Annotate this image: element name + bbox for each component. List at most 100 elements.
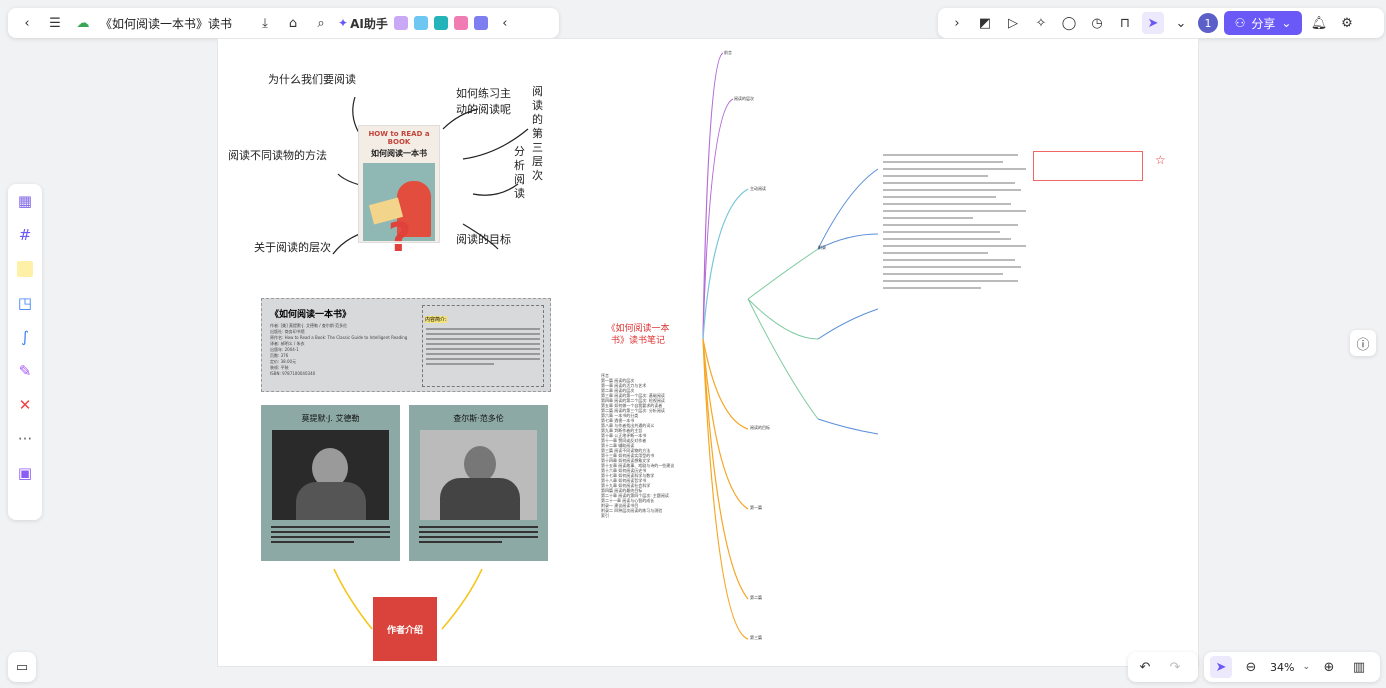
zoom-dropdown-icon[interactable]: ⌄ — [1302, 662, 1310, 672]
celebrate-icon[interactable]: ✧ — [1030, 12, 1052, 34]
download-icon[interactable]: ⤓ — [254, 12, 276, 34]
book-cover-title-en: HOW to READ a BOOK — [368, 130, 430, 146]
mindmap-branch[interactable]: 第一篇 — [750, 505, 762, 511]
share-label: 分享 — [1251, 16, 1276, 31]
ai-icon: ✦ — [338, 16, 349, 30]
sketch-label-analytical: 分析阅读 — [514, 145, 525, 200]
mindmap-branch[interactable]: 第二篇 — [750, 595, 762, 601]
app-icon[interactable]: ▣ — [14, 462, 36, 484]
author-bio-lines — [271, 526, 390, 543]
shape-icon[interactable]: ◳ — [14, 292, 36, 314]
info-line: 出版社: 商务印书馆 — [270, 329, 305, 334]
sketch-label-why-read: 为什么我们要阅读 — [268, 73, 356, 86]
play-icon[interactable]: ▷ — [1002, 12, 1024, 34]
intro-text-lines — [426, 328, 540, 365]
bell-icon[interactable]: 🔔︎ — [1308, 12, 1330, 34]
expand-icon[interactable]: › — [946, 12, 968, 34]
mindmap-branch[interactable]: 第三篇 — [750, 635, 762, 641]
author-bio-lines — [419, 526, 538, 543]
back-icon[interactable]: ‹ — [16, 12, 38, 34]
collapse-icon[interactable]: ‹ — [494, 12, 516, 34]
tag-icon[interactable]: ⌂ — [282, 12, 304, 34]
cloud-icon: ☁ — [76, 15, 90, 31]
share-dropdown-icon: ⌄ — [1281, 16, 1292, 30]
sketch-label-levels: 关于阅读的层次 — [254, 241, 331, 254]
minimap-icon[interactable]: ▭ — [11, 656, 33, 678]
left-tool-palette: ▦ # ◳ ∫ ✎ ✕ ··· ▣ — [8, 184, 42, 520]
timer-icon[interactable]: ◷ — [1086, 12, 1108, 34]
mindmap-leaf-lines — [883, 149, 1033, 294]
menu-icon[interactable]: ☰ — [44, 12, 66, 34]
image-plugin-icon[interactable] — [393, 16, 408, 30]
chat-plugin-icon[interactable] — [473, 16, 488, 30]
search-icon[interactable]: ⌕ — [310, 12, 332, 34]
zoom-out-icon[interactable]: ⊖ — [1240, 656, 1262, 678]
book-info-title: 《如何阅读一本书》 — [270, 310, 352, 320]
sketch-label-different-books: 阅读不同读物的方法 — [228, 149, 327, 162]
ai-assistant-button[interactable]: ✦ AI助手 — [338, 15, 388, 32]
share-icon: ⚇ — [1234, 16, 1246, 30]
zoom-in-icon[interactable]: ⊕ — [1318, 656, 1340, 678]
more-down-icon[interactable]: ⌄ — [1170, 12, 1192, 34]
template-icon[interactable]: ▦ — [14, 190, 36, 212]
author-name: 查尔斯·范多伦 — [453, 414, 504, 423]
mindmap-branch[interactable]: 主动阅读 — [750, 186, 766, 192]
info-line: 译者: 郝明义 / 朱衣 — [270, 341, 305, 346]
book-info-card[interactable]: 《如何阅读一本书》 作者: [美] 莫提默·J. 艾德勒 / 查尔斯·范多伦 出… — [261, 298, 551, 392]
zoom-level[interactable]: 34% — [1270, 661, 1294, 674]
bottom-left-bar: ▭ — [8, 652, 36, 682]
pen-icon[interactable]: ✎ — [14, 360, 36, 382]
more-icon[interactable]: ··· — [14, 428, 36, 450]
ai-label: AI助手 — [350, 16, 388, 31]
info-line: 页数: 376 — [270, 353, 289, 358]
sticky-note-icon[interactable] — [14, 258, 36, 280]
info-line: 定价: 38.00元 — [270, 359, 297, 364]
mindmap-branch[interactable]: 阅读的层次 — [734, 96, 754, 102]
sketch-label-active-reading: 如何练习主动的阅读呢 — [456, 87, 511, 116]
redo-icon[interactable]: ↷ — [1164, 656, 1186, 678]
comment-icon[interactable]: ◯ — [1058, 12, 1080, 34]
bottom-undo-bar: ↶ ↷ — [1128, 652, 1198, 682]
present-icon[interactable]: ⊓ — [1114, 12, 1136, 34]
info-button[interactable]: ⓘ — [1350, 330, 1376, 356]
author-photo — [420, 430, 537, 520]
settings-icon[interactable]: ⚙ — [1336, 12, 1358, 34]
author-card-adler[interactable]: 莫提默·J. 艾德勒 — [261, 405, 400, 561]
author-name: 莫提默·J. 艾德勒 — [301, 414, 360, 423]
photo-body — [296, 482, 366, 520]
theme-icon[interactable]: ◩ — [974, 12, 996, 34]
mindmap-note-box[interactable] — [1033, 151, 1143, 181]
sketch-label-third-level: 阅读的第三层次 — [532, 85, 543, 182]
doc-title[interactable]: 《如何阅读一本书》读书... — [100, 15, 232, 32]
author-intro-button[interactable]: 作者介绍 — [373, 597, 437, 661]
intro-box: 内容简介: — [422, 305, 544, 387]
select-pointer-icon[interactable]: ➤ — [1210, 656, 1232, 678]
grid-plugin-icon[interactable] — [453, 16, 468, 30]
mindmap-plugin-icon[interactable] — [433, 16, 448, 30]
p-plugin-icon[interactable] — [413, 16, 428, 30]
whiteboard-canvas[interactable]: 为什么我们要阅读 如何练习主动的阅读呢 阅读的第三层次 阅读不同读物的方法 分析… — [217, 38, 1199, 667]
sticky-swatch — [17, 261, 33, 277]
share-button[interactable]: ⚇ 分享 ⌄ — [1224, 11, 1302, 35]
mindmap-branch[interactable]: 附录 — [818, 245, 826, 251]
photo-body — [440, 478, 520, 520]
mindmap-center-node[interactable]: 《如何阅读一本书》读书笔记 — [603, 323, 673, 347]
mindmap-branch[interactable]: 前言 — [724, 50, 732, 56]
book-view-icon[interactable]: ▥ — [1348, 656, 1370, 678]
top-left-toolbar: ‹ ☰ ☁ 《如何阅读一本书》读书... ⤓ ⌂ ⌕ ✦ AI助手 ‹ — [8, 8, 559, 38]
bottom-zoom-bar: ➤ ⊖ 34% ⌄ ⊕ ▥ — [1204, 652, 1380, 682]
avatar[interactable]: 1 — [1198, 13, 1218, 33]
author-card-van-doren[interactable]: 查尔斯·范多伦 — [409, 405, 548, 561]
pointer-icon[interactable]: ➤ — [1142, 12, 1164, 34]
mindmap-branch[interactable]: 阅读的目标 — [750, 425, 770, 431]
frame-icon[interactable]: # — [14, 224, 36, 246]
top-right-toolbar: › ◩ ▷ ✧ ◯ ◷ ⊓ ➤ ⌄ 1 ⚇ 分享 ⌄ 🔔︎ ⚙ — [938, 8, 1384, 38]
connector-icon[interactable]: ∫ — [14, 326, 36, 348]
undo-icon[interactable]: ↶ — [1134, 656, 1156, 678]
toc-list: 序言 第一篇 阅读的层次 第一章 阅读的活力与艺术 第二章 阅读的层次 第三章 … — [601, 373, 721, 518]
mindmap-branches — [702, 52, 879, 640]
info-line: 装帧: 平装 — [270, 365, 289, 370]
toc-item: 索引 — [601, 513, 609, 518]
mindmap-icon[interactable]: ✕ — [14, 394, 36, 416]
info-line: 出版年: 2004-1 — [270, 347, 299, 352]
